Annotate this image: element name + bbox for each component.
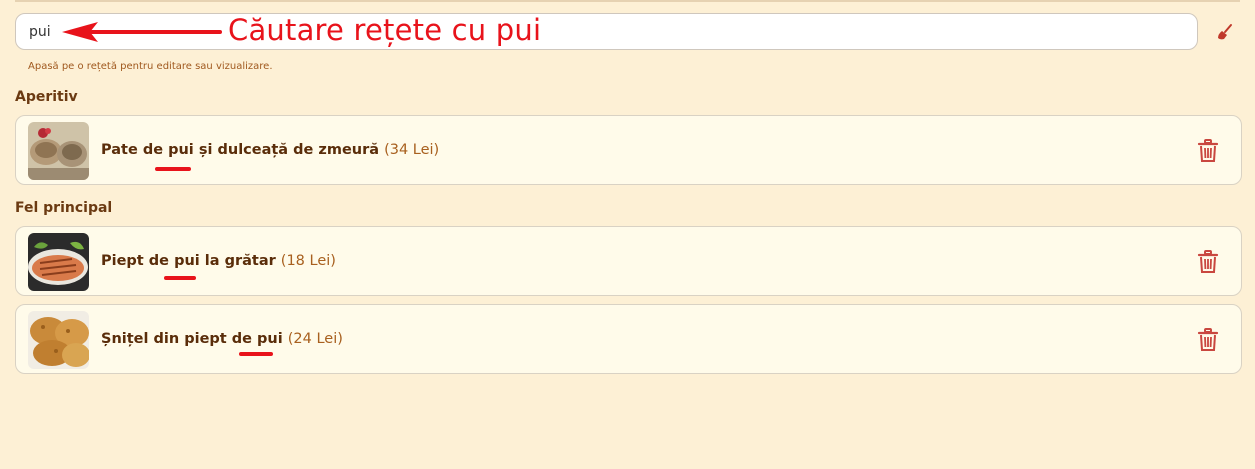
- recipe-title: Piept de pui la grătar (18 Lei): [101, 253, 336, 269]
- recipe-price: (34 Lei): [384, 142, 440, 158]
- match-underline: [155, 167, 191, 171]
- trash-icon: [1197, 250, 1219, 273]
- recipe-thumbnail: [28, 233, 89, 291]
- recipe-title: Șnițel din piept de pui (24 Lei): [101, 331, 343, 347]
- trash-icon: [1197, 139, 1219, 162]
- match-underline: [164, 276, 196, 280]
- recipe-price: (24 Lei): [287, 331, 343, 347]
- match-underline: [239, 352, 273, 356]
- clear-search-button[interactable]: [1213, 20, 1237, 44]
- recipe-card-snitel[interactable]: Șnițel din piept de pui (24 Lei): [15, 304, 1242, 374]
- delete-button[interactable]: [1197, 250, 1219, 274]
- annotation-text: Căutare rețete cu pui: [228, 13, 542, 47]
- recipe-card-piept-gratar[interactable]: Piept de pui la grătar (18 Lei): [15, 226, 1242, 296]
- recipe-title: Pate de pui și dulceață de zmeură (34 Lei…: [101, 142, 440, 158]
- broom-icon: [1218, 24, 1232, 40]
- recipe-price: (18 Lei): [280, 253, 336, 269]
- recipe-thumbnail: [28, 122, 89, 180]
- recipe-thumbnail: [28, 311, 89, 369]
- section-title-aperitiv: Aperitiv: [15, 89, 78, 105]
- top-divider: [15, 0, 1240, 2]
- delete-button[interactable]: [1197, 328, 1219, 352]
- left-arrow-annotation: [62, 22, 222, 42]
- delete-button[interactable]: [1197, 139, 1219, 163]
- trash-icon: [1197, 328, 1219, 351]
- hint-text: Apasă pe o rețetă pentru editare sau viz…: [28, 61, 273, 72]
- section-title-fel-principal: Fel principal: [15, 200, 113, 216]
- recipe-card-pate[interactable]: Pate de pui și dulceață de zmeură (34 Lei…: [15, 115, 1242, 185]
